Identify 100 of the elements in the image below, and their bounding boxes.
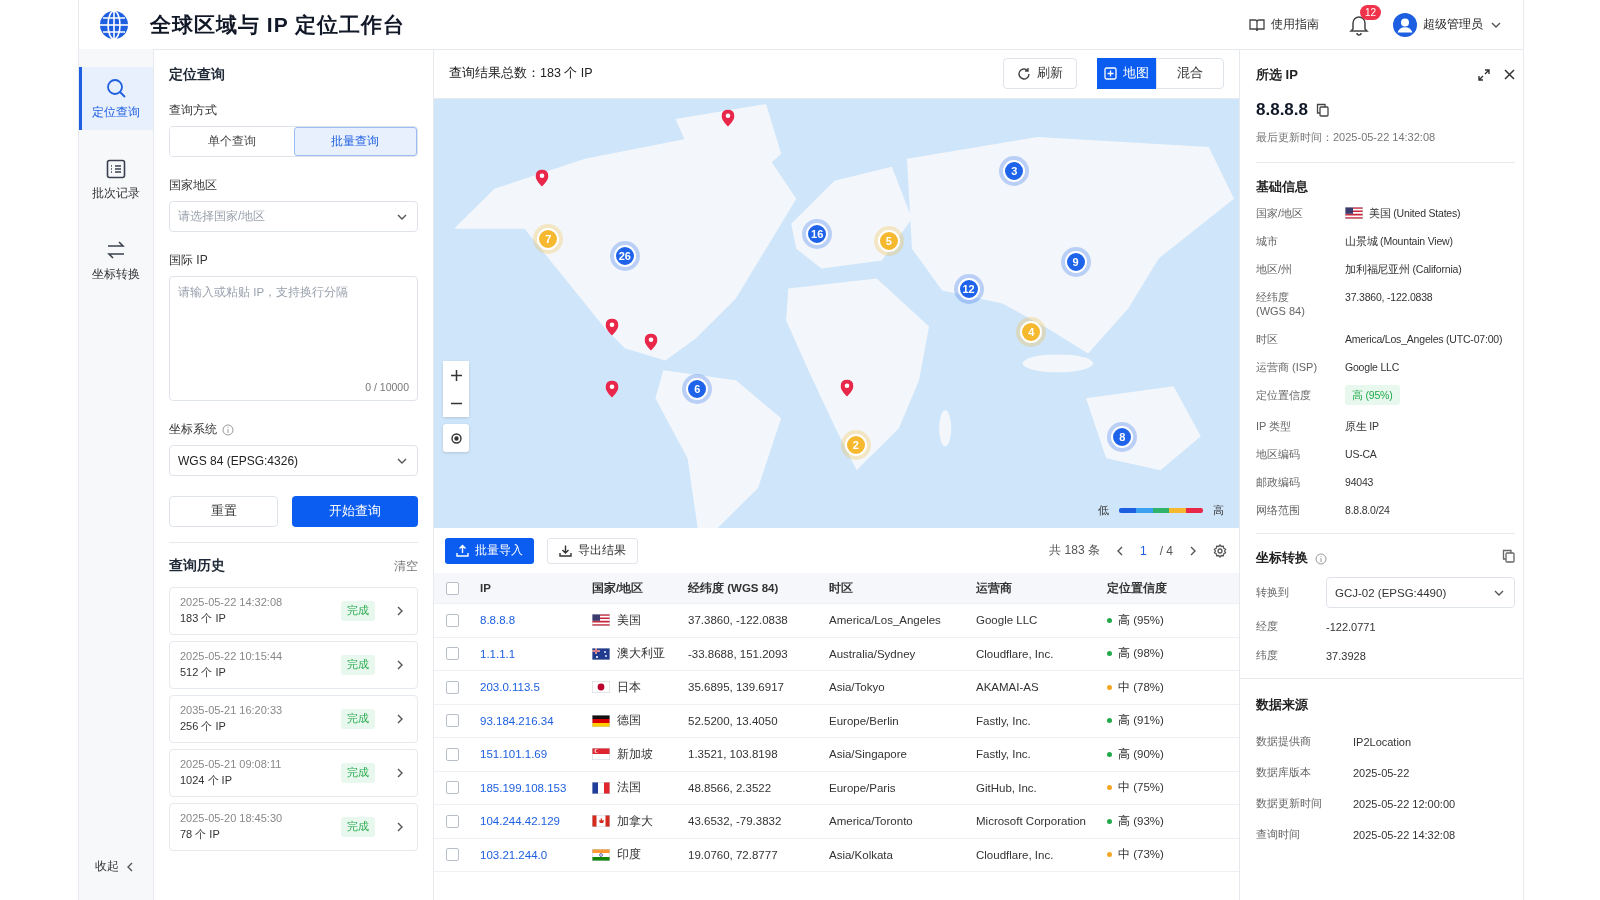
reset-button[interactable]: 重置 [169,496,278,527]
checkbox[interactable] [446,581,459,595]
status-badge: 完成 [341,763,375,783]
nav-item[interactable]: 定位查询 [79,67,153,130]
map-pin-icon[interactable] [840,379,854,397]
field-label: 国家地区 [169,177,217,194]
section-title: 数据来源 [1256,697,1309,714]
table-cell-text: 1.3521, 103.8198 [688,748,779,761]
section-title: 坐标转换 [1256,550,1308,567]
table-cell-text: Cloudflare, Inc. [976,647,1055,660]
refresh-button[interactable]: 刷新 [1003,58,1077,89]
history-time: 2025-05-22 14:32:08 [180,596,284,608]
column-header: 定位置信度 [1107,580,1168,596]
ip-link[interactable]: 1.1.1.1 [480,647,592,660]
table-cell-text: 52.5200, 13.4050 [688,714,779,727]
history-time: 2025-05-21 09:08:11 [180,758,283,770]
table-cell-text: Fastly, Inc. [976,748,1032,761]
projection-select[interactable]: GCJ-02 (EPSG:4490) [1326,577,1515,608]
table-cell-text: Cloudflare, Inc. [976,848,1055,861]
map-pin-icon[interactable] [721,109,735,126]
history-item[interactable]: 2025-05-22 10:15:44 512 个 IP 完成 [169,641,418,689]
table-cell-text: Microsoft Corporation [976,815,1087,828]
copy-icon [1316,103,1329,117]
ip-link[interactable]: 151.101.1.69 [480,748,592,761]
history-item[interactable]: 2025-05-22 14:32:08 183 个 IP 完成 [169,587,418,635]
import-button[interactable]: 批量导入 [445,537,534,564]
table-cell-text: Asia/Singapore [829,748,908,761]
close-button[interactable] [1504,69,1515,81]
locate-button[interactable] [443,424,469,452]
expand-arrows-icon [1478,69,1490,81]
checkbox[interactable] [446,781,459,795]
zoom-in-button[interactable] [443,361,469,389]
table-cell-text: Google LLC [976,614,1039,627]
field-label: 定位置信度 [1256,388,1312,402]
map-pin-icon[interactable] [644,333,658,351]
field-label: 转换到 [1256,585,1290,600]
list-icon [105,158,127,180]
ip-link[interactable]: 8.8.8.8 [480,614,592,627]
field-label: 邮政编码 [1256,475,1301,489]
search-button[interactable]: 开始查询 [292,496,418,527]
table-cell: 美国 [617,612,641,628]
table-cell-text: Asia/Tokyo [829,681,886,694]
map-pin-icon[interactable] [535,169,549,187]
history-item[interactable]: 2025-05-21 09:08:11 1024 个 IP 完成 [169,749,418,797]
checkbox[interactable] [446,814,459,828]
nav-item[interactable]: 坐标转换 [79,229,153,292]
flag-icon [592,681,610,694]
checkbox[interactable] [446,848,459,862]
table-cell: 中 (75%) [1118,780,1164,796]
user-menu[interactable]: 超级管理员 [1393,12,1503,37]
ip-link[interactable]: 104.244.42.129 [480,815,592,828]
history-count: 183 个 IP [180,611,227,626]
expand-button[interactable] [1478,69,1490,81]
updated-time: 最后更新时间：2025-05-22 14:32:08 [1256,130,1437,145]
ip-link[interactable]: 93.184.216.34 [480,714,592,727]
field-value: 美国 (United States) [1369,206,1461,220]
page-number[interactable]: 1 [1139,543,1147,558]
mode-tab[interactable]: 批量查询 [293,127,417,156]
copy-button[interactable] [1316,103,1329,117]
view-tab[interactable]: 地图 [1097,58,1156,89]
table-cell-text: Europe/Berlin [829,714,900,727]
ip-link[interactable]: 103.21.244.0 [480,848,592,861]
field-value: America/Los_Angeles (UTC-07:00) [1345,332,1503,346]
guide-link[interactable]: 使用指南 [1249,16,1319,33]
history-item[interactable]: 2025-05-20 18:45:30 78 个 IP 完成 [169,803,418,851]
history-time: 2035-05-21 16:20:33 [180,704,284,716]
checkbox[interactable] [446,714,459,728]
field-label: 地区/州 [1256,262,1294,276]
field-value: 37.3928 [1326,649,1367,662]
ip-link[interactable]: 203.0.113.5 [480,681,592,694]
avatar-icon [1393,12,1417,37]
crs-select[interactable]: WGS 84 (EPSG:4326) [169,445,418,476]
table-cell-text: Europe/Paris [829,781,897,794]
map-pin-icon[interactable] [605,317,619,335]
field-value: 2025-05-22 14:32:08 [1353,828,1457,841]
checkbox[interactable] [446,613,459,627]
field-label: 网络范围 [1256,503,1301,517]
char-counter: 0 / 10000 [365,381,409,393]
collapse-button[interactable]: 收起 [79,858,153,875]
history-time: 2025-05-22 10:15:44 [180,650,284,662]
globe-logo-icon [98,8,130,41]
table-cell-text: 37.3860, -122.0838 [688,614,789,627]
history-item[interactable]: 2035-05-21 16:20:33 256 个 IP 完成 [169,695,418,743]
field-label: 国际 IP [169,252,208,269]
checkbox[interactable] [446,680,459,694]
column-header: 运营商 [976,580,1013,596]
map-pin-icon[interactable] [605,380,619,398]
nav-item[interactable]: 批次记录 [79,148,153,211]
table-cell-text: 43.6532, -79.3832 [688,815,783,828]
copy-button[interactable] [1502,548,1515,563]
legend-label: 低 [1098,503,1109,518]
checkbox[interactable] [446,647,459,661]
copy-icon [1502,548,1515,563]
view-tab[interactable]: 混合 [1156,58,1224,89]
settings-button[interactable] [1213,543,1227,558]
checkbox[interactable] [446,747,459,761]
clear-link[interactable]: 清空 [394,558,418,574]
ip-link[interactable]: 185.199.108.153 [480,781,592,794]
export-button[interactable]: 导出结果 [547,537,638,564]
flag-icon [592,781,610,794]
